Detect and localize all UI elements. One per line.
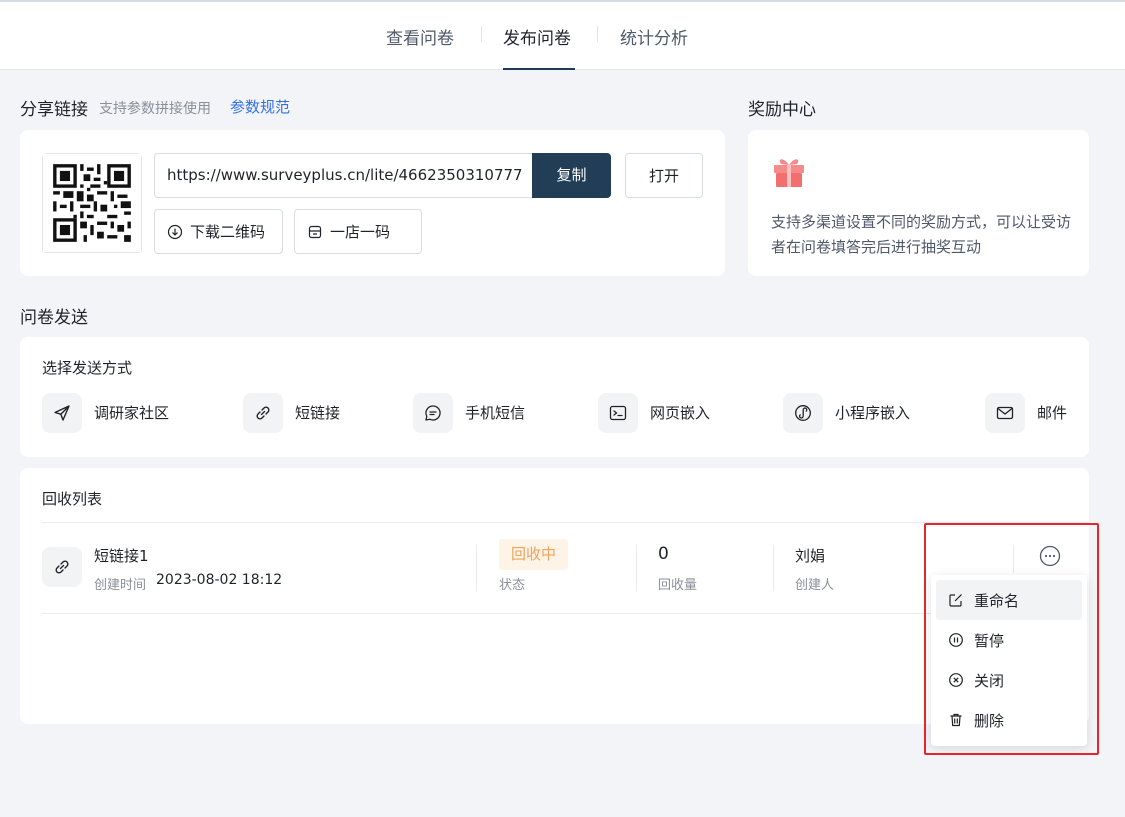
menu-item-close[interactable]: 关闭: [936, 660, 1082, 700]
mail-icon: [996, 406, 1014, 419]
creator-label: 创建人: [795, 578, 835, 593]
divider: [636, 545, 637, 591]
message-icon: [425, 404, 441, 421]
tab-divider: [481, 26, 482, 42]
status-badge: 回收中: [499, 539, 568, 570]
open-button[interactable]: 打开: [625, 153, 703, 198]
pause-icon: [949, 633, 963, 647]
method-email[interactable]: 邮件: [985, 392, 1067, 433]
recovery-list-title: 回收列表: [42, 490, 103, 508]
mini-program-icon: [795, 404, 811, 421]
channel-name[interactable]: 短链接1: [94, 545, 149, 566]
qr-code-image: [43, 154, 141, 252]
divider: [1013, 545, 1014, 573]
store-code-label: 一店一码: [330, 223, 391, 241]
menu-item-delete[interactable]: 删除: [936, 700, 1082, 740]
method-community[interactable]: 调研家社区: [42, 392, 169, 433]
method-short-link[interactable]: 短链接: [243, 392, 340, 433]
tab-statistics[interactable]: 统计分析: [620, 24, 688, 49]
link-icon: [55, 560, 69, 574]
menu-item-label: 重命名: [974, 591, 1020, 610]
gift-icon: [774, 159, 804, 187]
recovery-count: 0: [658, 544, 669, 564]
terminal-icon: [609, 405, 627, 420]
download-qr-label: 下载二维码: [190, 223, 266, 241]
status-label: 状态: [499, 578, 526, 593]
tab-view-survey[interactable]: 查看问卷: [386, 24, 454, 49]
tab-divider: [597, 26, 598, 42]
method-sms[interactable]: 手机短信: [413, 392, 525, 433]
method-label: 手机短信: [465, 404, 526, 422]
method-label: 小程序嵌入: [835, 404, 911, 422]
close-circle-icon: [949, 673, 963, 687]
top-tab-bar: 查看问卷 发布问卷 统计分析: [0, 0, 1125, 70]
method-web-embed[interactable]: 网页嵌入: [598, 392, 710, 433]
divider: [476, 545, 477, 591]
method-label: 邮件: [1037, 404, 1068, 422]
row-actions-menu: 重命名 暂停 关闭 删除: [931, 575, 1087, 746]
method-label: 网页嵌入: [650, 404, 711, 422]
menu-item-pause[interactable]: 暂停: [936, 620, 1082, 660]
divider: [42, 613, 932, 614]
reward-center-title: 奖励中心: [748, 100, 816, 120]
paper-plane-icon: [54, 404, 70, 421]
row-link-icon-box: [42, 547, 82, 587]
download-qr-button[interactable]: 下载二维码: [154, 209, 283, 254]
share-link-hint: 支持参数拼接使用: [99, 101, 211, 117]
param-spec-link[interactable]: 参数规范: [230, 96, 290, 117]
trash-icon: [950, 713, 962, 727]
method-label: 短链接: [295, 404, 341, 422]
menu-item-rename[interactable]: 重命名: [936, 580, 1082, 620]
method-mini-program[interactable]: 小程序嵌入: [783, 392, 910, 433]
more-actions-icon[interactable]: [1039, 545, 1061, 567]
menu-item-label: 删除: [974, 711, 1005, 730]
share-link-title: 分享链接: [20, 100, 88, 120]
link-icon: [256, 405, 270, 420]
edit-icon: [949, 594, 962, 607]
active-tab-indicator: [503, 68, 575, 70]
creator-name: 刘娟: [795, 547, 826, 565]
created-time-label: 创建时间: [94, 578, 147, 593]
send-method-subtitle: 选择发送方式: [42, 359, 133, 377]
copy-button[interactable]: 复制: [532, 153, 611, 198]
recovery-count-label: 回收量: [658, 578, 698, 593]
tab-publish-survey[interactable]: 发布问卷: [503, 24, 571, 49]
store-code-button[interactable]: 一店一码: [294, 209, 422, 254]
qr-code: [42, 153, 142, 253]
menu-item-label: 暂停: [974, 631, 1005, 650]
divider: [42, 522, 1089, 523]
reward-description: 支持多渠道设置不同的奖励方式，可以让受访者在问卷填答完后进行抽奖互动: [771, 213, 1072, 256]
created-time-value: 2023-08-02 18:12: [156, 572, 283, 588]
menu-item-label: 关闭: [974, 671, 1005, 690]
send-card: [20, 337, 1089, 457]
recovery-card: [20, 468, 1089, 724]
divider: [773, 545, 774, 591]
store-icon: [308, 225, 322, 238]
share-url-input[interactable]: https://www.surveyplus.cn/lite/466235031…: [154, 153, 534, 198]
method-label: 调研家社区: [94, 404, 170, 422]
cloud-download-icon: [167, 224, 183, 239]
send-section-title: 问卷发送: [20, 308, 88, 328]
